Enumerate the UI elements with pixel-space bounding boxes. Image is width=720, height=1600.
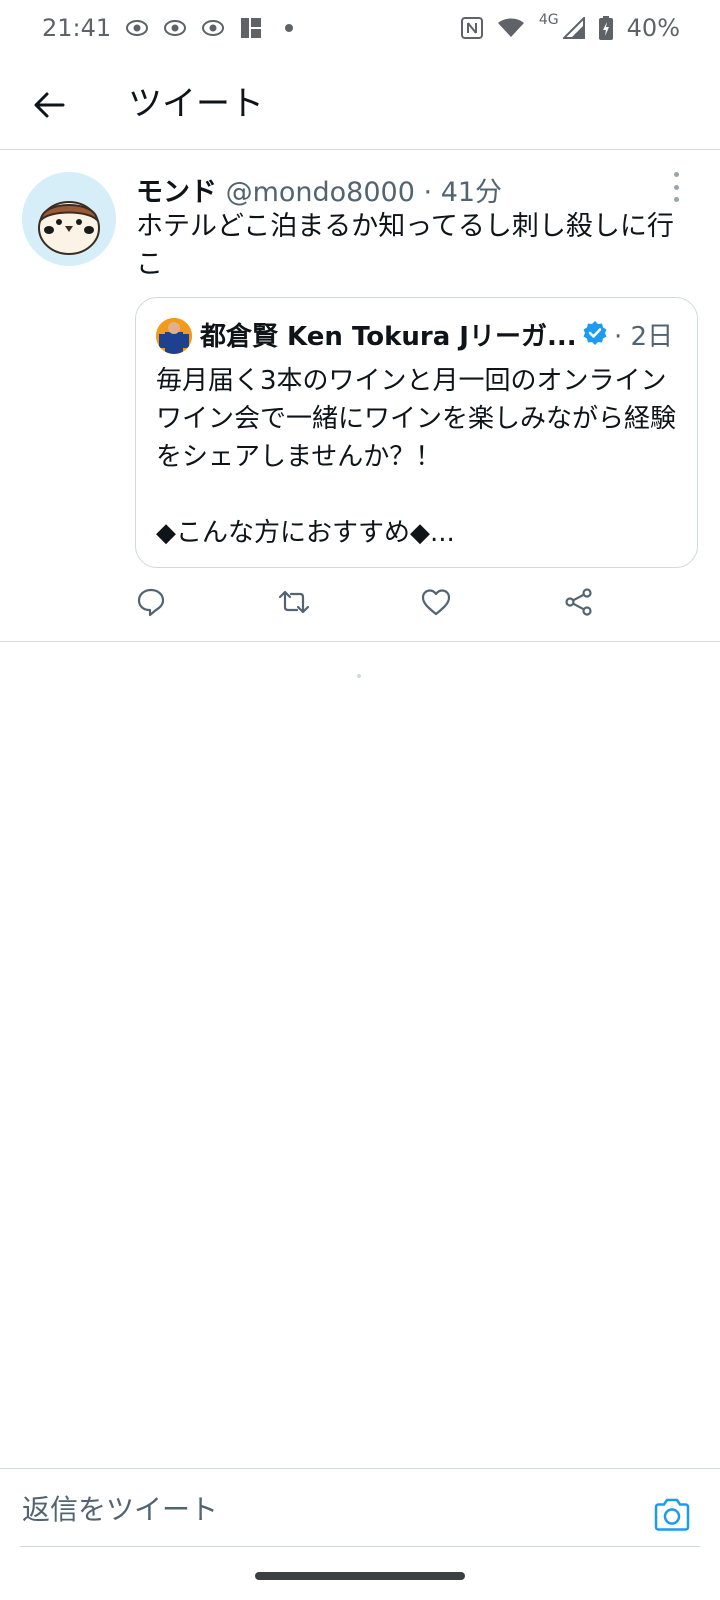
nfc-icon — [460, 17, 483, 39]
notification-eye-icon — [163, 18, 187, 38]
quoted-tweet-text: 毎月届く3本のワインと月一回のオンラインワイン会で一緒にワインを楽しみながら経験… — [156, 366, 677, 548]
camera-button[interactable] — [650, 1495, 694, 1535]
more-dot — [673, 172, 679, 177]
retweet-icon — [278, 590, 310, 614]
status-bar: 21:41 4G 40% — [0, 0, 720, 56]
reply-input[interactable] — [20, 1481, 624, 1537]
more-dot — [673, 184, 679, 190]
status-bar-right: 4G 40% — [460, 12, 680, 42]
app-bar: ツイート — [0, 56, 720, 150]
verified-badge-icon — [582, 320, 608, 350]
wifi-icon — [497, 17, 525, 39]
header-separator: · — [423, 177, 433, 208]
status-time: 21:41 — [42, 14, 112, 42]
like-icon — [421, 589, 451, 616]
reply-icon — [137, 588, 165, 617]
more-notifications-dot — [285, 24, 294, 32]
reply-bar — [0, 1468, 720, 1548]
author-name[interactable]: モンド — [136, 177, 217, 208]
quoted-separator: · — [614, 322, 623, 352]
notification-eye-icon — [125, 18, 149, 38]
tweet[interactable]: モンド @mondo8000 · 41分 ホテルどこ泊まるか知ってるし刺し殺しに… — [0, 150, 720, 642]
quoted-tweet[interactable]: 都倉賢 Ken Tokura Jリーガ... · 2日 毎月届く3本のワインと月… — [135, 297, 698, 568]
more-dot — [673, 197, 679, 202]
camera-icon — [654, 1498, 690, 1531]
like-button[interactable] — [412, 578, 460, 626]
network-type-label: 4G — [538, 12, 559, 28]
quoted-author-avatar — [156, 318, 192, 354]
reply-underline — [20, 1546, 700, 1547]
loading-indicator — [357, 674, 361, 678]
sparrow-avatar-icon — [22, 172, 116, 266]
battery-charging-icon — [598, 16, 613, 40]
author-handle[interactable]: @mondo8000 — [226, 177, 415, 208]
retweet-button[interactable] — [270, 578, 318, 626]
notification-eye-icon — [201, 18, 225, 38]
tweet-header: モンド @mondo8000 · 41分 — [136, 170, 502, 209]
app-notification-icon — [239, 16, 263, 40]
home-indicator[interactable] — [255, 1572, 465, 1580]
reply-button[interactable] — [127, 578, 175, 626]
tweet-text: ホテルどこ泊まるか知ってるし刺し殺しに行こ — [136, 211, 674, 280]
quoted-tweet-time-group: · 2日 — [614, 316, 673, 353]
quoted-tweet-time: 2日 — [630, 322, 674, 352]
battery-percent: 40% — [626, 14, 680, 42]
share-icon — [565, 588, 592, 616]
tweet-time: 41分 — [440, 177, 503, 208]
status-bar-left: 21:41 — [42, 14, 294, 42]
tweet-actions — [0, 578, 720, 634]
player-avatar-icon — [156, 318, 192, 354]
page-title: ツイート — [128, 84, 264, 124]
share-button[interactable] — [555, 578, 603, 626]
author-avatar[interactable] — [22, 172, 116, 266]
signal-icon — [562, 17, 585, 39]
more-options-button[interactable] — [666, 172, 686, 202]
back-button[interactable] — [26, 82, 72, 128]
quoted-author-name: 都倉賢 Ken Tokura Jリーガ... — [200, 322, 577, 352]
arrow-left-icon — [34, 92, 65, 118]
